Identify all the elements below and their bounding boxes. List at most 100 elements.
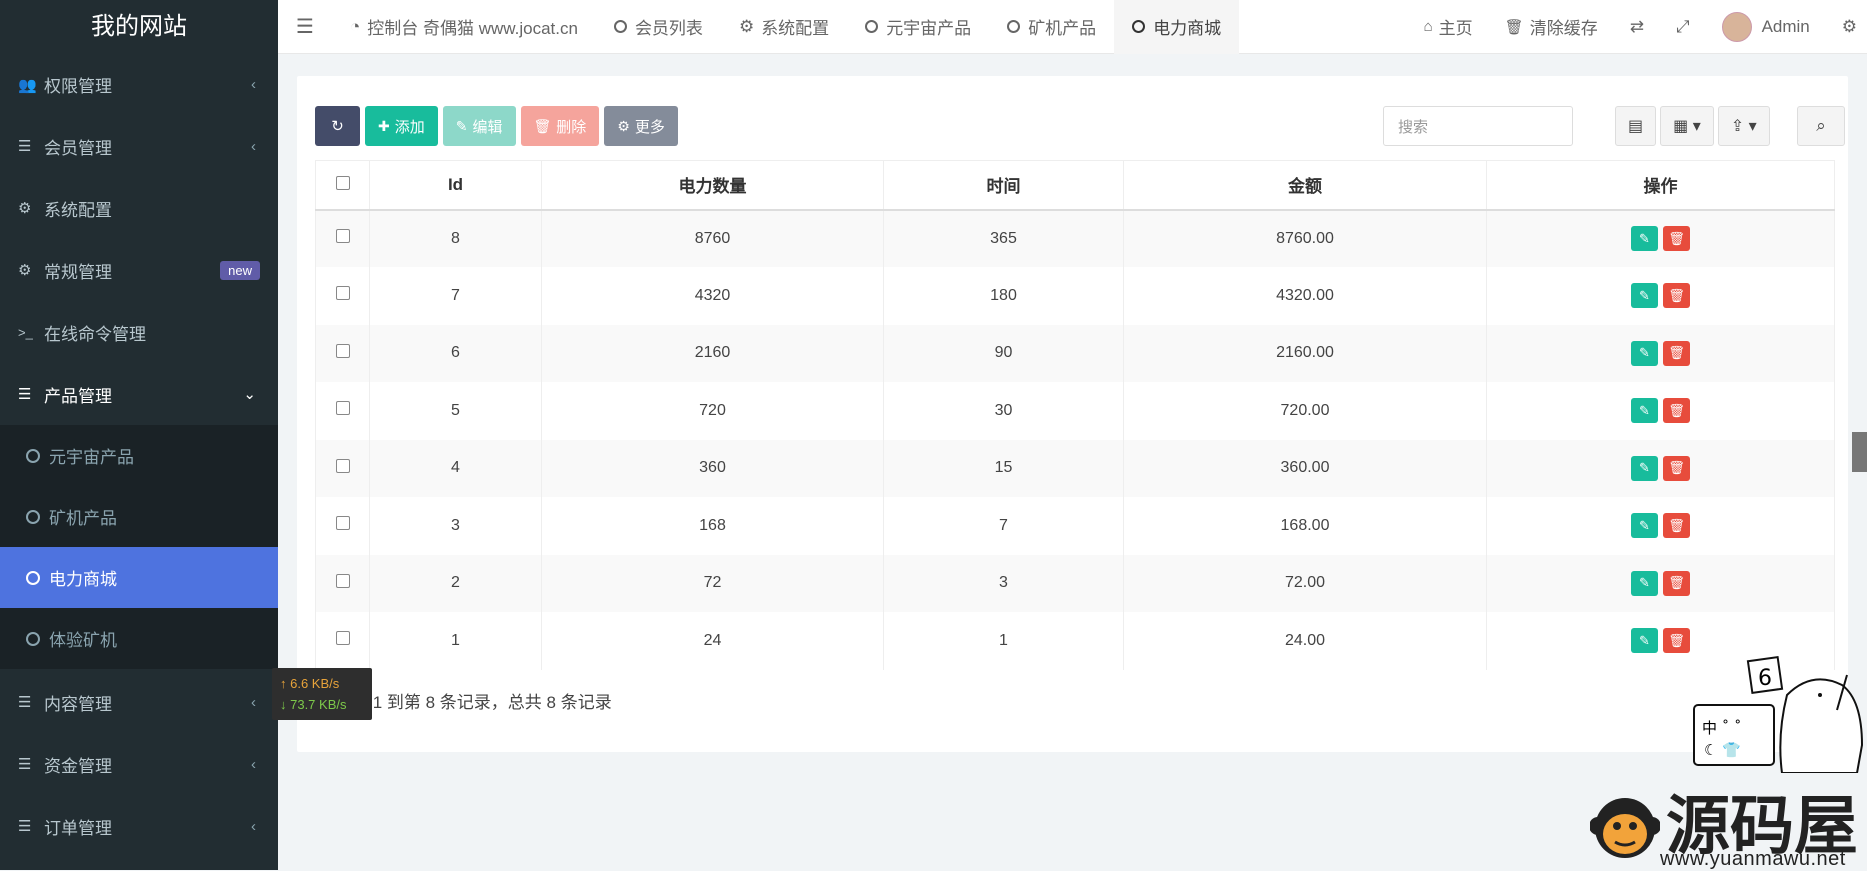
row-edit-button[interactable]: ✎: [1631, 628, 1658, 654]
row-edit-button[interactable]: ✎: [1631, 398, 1658, 424]
home-icon: ⌂: [1423, 18, 1433, 35]
sidebar-item-funds[interactable]: ☰ 资金管理 ‹: [0, 733, 278, 795]
sidebar-subitem-metaverse[interactable]: 元宇宙产品: [0, 425, 278, 486]
sidebar-item-label: 资金管理: [44, 756, 112, 776]
home-label: 主页: [1438, 19, 1473, 38]
column-header[interactable]: Id: [369, 160, 542, 211]
sidebar-item-orders[interactable]: ☰ 订单管理 ‹: [0, 795, 278, 857]
tab-label: 会员列表: [634, 19, 703, 38]
row-edit-button[interactable]: ✎: [1631, 570, 1658, 596]
row-delete-button[interactable]: 🗑: [1663, 628, 1690, 654]
row-checkbox[interactable]: [335, 573, 350, 588]
language-button[interactable]: ⇄: [1614, 17, 1660, 37]
columns-button[interactable]: ▦ ▾: [1660, 106, 1714, 146]
sidebar-item-members[interactable]: ☰ 会员管理 ‹: [0, 115, 278, 177]
tab-power-mall[interactable]: 电力商城: [1114, 0, 1240, 54]
more-button[interactable]: ⚙ 更多: [604, 106, 678, 146]
sidebar-item-general[interactable]: ⚙ 常规管理 new: [0, 239, 278, 301]
row-select-cell: [315, 497, 370, 555]
row-checkbox[interactable]: [335, 401, 350, 416]
column-header[interactable]: 电力数量: [541, 160, 884, 211]
row-checkbox[interactable]: [335, 458, 350, 473]
tab-member-list[interactable]: 会员列表: [596, 0, 721, 54]
column-header: 操作: [1486, 160, 1835, 211]
toggle-view-button[interactable]: ▤: [1615, 106, 1657, 146]
row-edit-button[interactable]: ✎: [1631, 513, 1658, 539]
row-checkbox[interactable]: [335, 229, 350, 244]
refresh-button[interactable]: ↻: [315, 106, 360, 146]
home-link[interactable]: ⌂ 主页: [1408, 14, 1489, 39]
table-cell: 1: [369, 612, 542, 670]
trash-icon: 🗑: [1668, 230, 1685, 246]
tab-label: 系统配置: [761, 19, 830, 38]
row-checkbox[interactable]: [335, 343, 350, 358]
row-checkbox[interactable]: [335, 631, 350, 646]
network-speed-widget: ↑ 6.6 KB/s ↓ 73.7 KB/s: [272, 668, 372, 720]
pencil-icon: ✎: [1639, 345, 1650, 361]
sidebar-item-online-command[interactable]: >_ 在线命令管理: [0, 301, 278, 363]
trash-icon: 🗑: [1668, 517, 1685, 533]
search-button[interactable]: ⌕: [1797, 106, 1845, 146]
row-edit-button[interactable]: ✎: [1631, 226, 1658, 252]
row-checkbox[interactable]: [335, 286, 350, 301]
sidebar-item-content[interactable]: ☰ 内容管理 ‹: [0, 671, 278, 733]
tab-miners[interactable]: 矿机产品: [989, 0, 1114, 54]
row-edit-button[interactable]: ✎: [1631, 455, 1658, 481]
pencil-icon: ✎: [1639, 517, 1650, 533]
delete-button[interactable]: 🗑 删除: [520, 106, 600, 146]
search-input[interactable]: 搜索: [1383, 106, 1573, 146]
circle-icon: [865, 20, 879, 33]
table-cell: 90: [883, 324, 1124, 382]
users-icon: 👥: [18, 76, 37, 94]
table-cell: 72.00: [1123, 554, 1487, 612]
table-cell: 180: [883, 267, 1124, 325]
settings-button[interactable]: ⚙: [1826, 17, 1867, 37]
refresh-icon: ↻: [331, 118, 344, 135]
add-button[interactable]: ✚ 添加: [365, 106, 438, 146]
row-delete-button[interactable]: 🗑: [1663, 570, 1690, 596]
row-delete-button[interactable]: 🗑: [1663, 226, 1690, 252]
row-edit-button[interactable]: ✎: [1631, 283, 1658, 309]
tab-dashboard[interactable]: ◔ 控制台 奇偶猫 www.jocat.cn: [332, 0, 596, 54]
sidebar-subitem-label: 体验矿机: [49, 631, 117, 650]
username: Admin: [1761, 16, 1810, 36]
sidebar-item-system-config[interactable]: ⚙ 系统配置: [0, 177, 278, 239]
row-delete-button[interactable]: 🗑: [1663, 513, 1690, 539]
export-button[interactable]: ⇪ ▾: [1717, 106, 1770, 146]
row-delete-button[interactable]: 🗑: [1663, 398, 1690, 424]
row-checkbox[interactable]: [335, 516, 350, 531]
user-menu[interactable]: Admin: [1706, 11, 1826, 42]
edit-button[interactable]: ✎ 编辑: [442, 106, 516, 146]
row-delete-button[interactable]: 🗑: [1663, 340, 1690, 366]
table-cell: 7: [883, 497, 1124, 555]
table-cell: 3: [883, 554, 1124, 612]
table-cell: 7: [369, 267, 542, 325]
column-header[interactable]: 金额: [1123, 160, 1487, 211]
site-logo[interactable]: 我的网站: [0, 0, 278, 54]
sidebar-item-products[interactable]: ☰ 产品管理 ⌄: [0, 363, 278, 425]
sidebar-subitem-power-mall[interactable]: 电力商城: [0, 547, 278, 608]
sidebar-item-permissions[interactable]: 👥 权限管理 ‹: [0, 54, 278, 115]
data-table: Id 电力数量 时间 金额 操作 8 8760 365 8760.00 ✎ 🗑 7 4320 1…: [315, 160, 1835, 670]
scrollbar-thumb[interactable]: [1852, 432, 1867, 472]
row-delete-button[interactable]: 🗑: [1663, 455, 1690, 481]
row-delete-button[interactable]: 🗑: [1663, 283, 1690, 309]
column-header[interactable]: 时间: [883, 160, 1124, 211]
mascot-watermark: 中 ˚ ˚ ☾ 👕 6: [1693, 655, 1864, 773]
tab-system-config[interactable]: ⚙ 系统配置: [721, 0, 847, 54]
sidebar-item-label: 内容管理: [44, 694, 112, 714]
sidebar-subitem-trial-miner[interactable]: 体验矿机: [0, 608, 278, 669]
row-edit-button[interactable]: ✎: [1631, 340, 1658, 366]
table-cell: 15: [883, 439, 1124, 497]
select-all-checkbox[interactable]: [335, 175, 350, 190]
row-actions: ✎ 🗑: [1486, 267, 1835, 325]
add-label: 添加: [394, 118, 425, 136]
fullscreen-button[interactable]: ⤢: [1660, 17, 1706, 37]
tab-metaverse[interactable]: 元宇宙产品: [847, 0, 989, 54]
chevron-left-icon: ‹: [251, 76, 256, 93]
pencil-icon: ✎: [1639, 402, 1650, 418]
clear-cache-button[interactable]: 🗑 清除缓存: [1489, 14, 1614, 39]
menu-toggle-icon[interactable]: ☰: [278, 14, 332, 39]
tab-label: 控制台 奇偶猫 www.jocat.cn: [367, 19, 578, 38]
sidebar-subitem-miners[interactable]: 矿机产品: [0, 486, 278, 547]
